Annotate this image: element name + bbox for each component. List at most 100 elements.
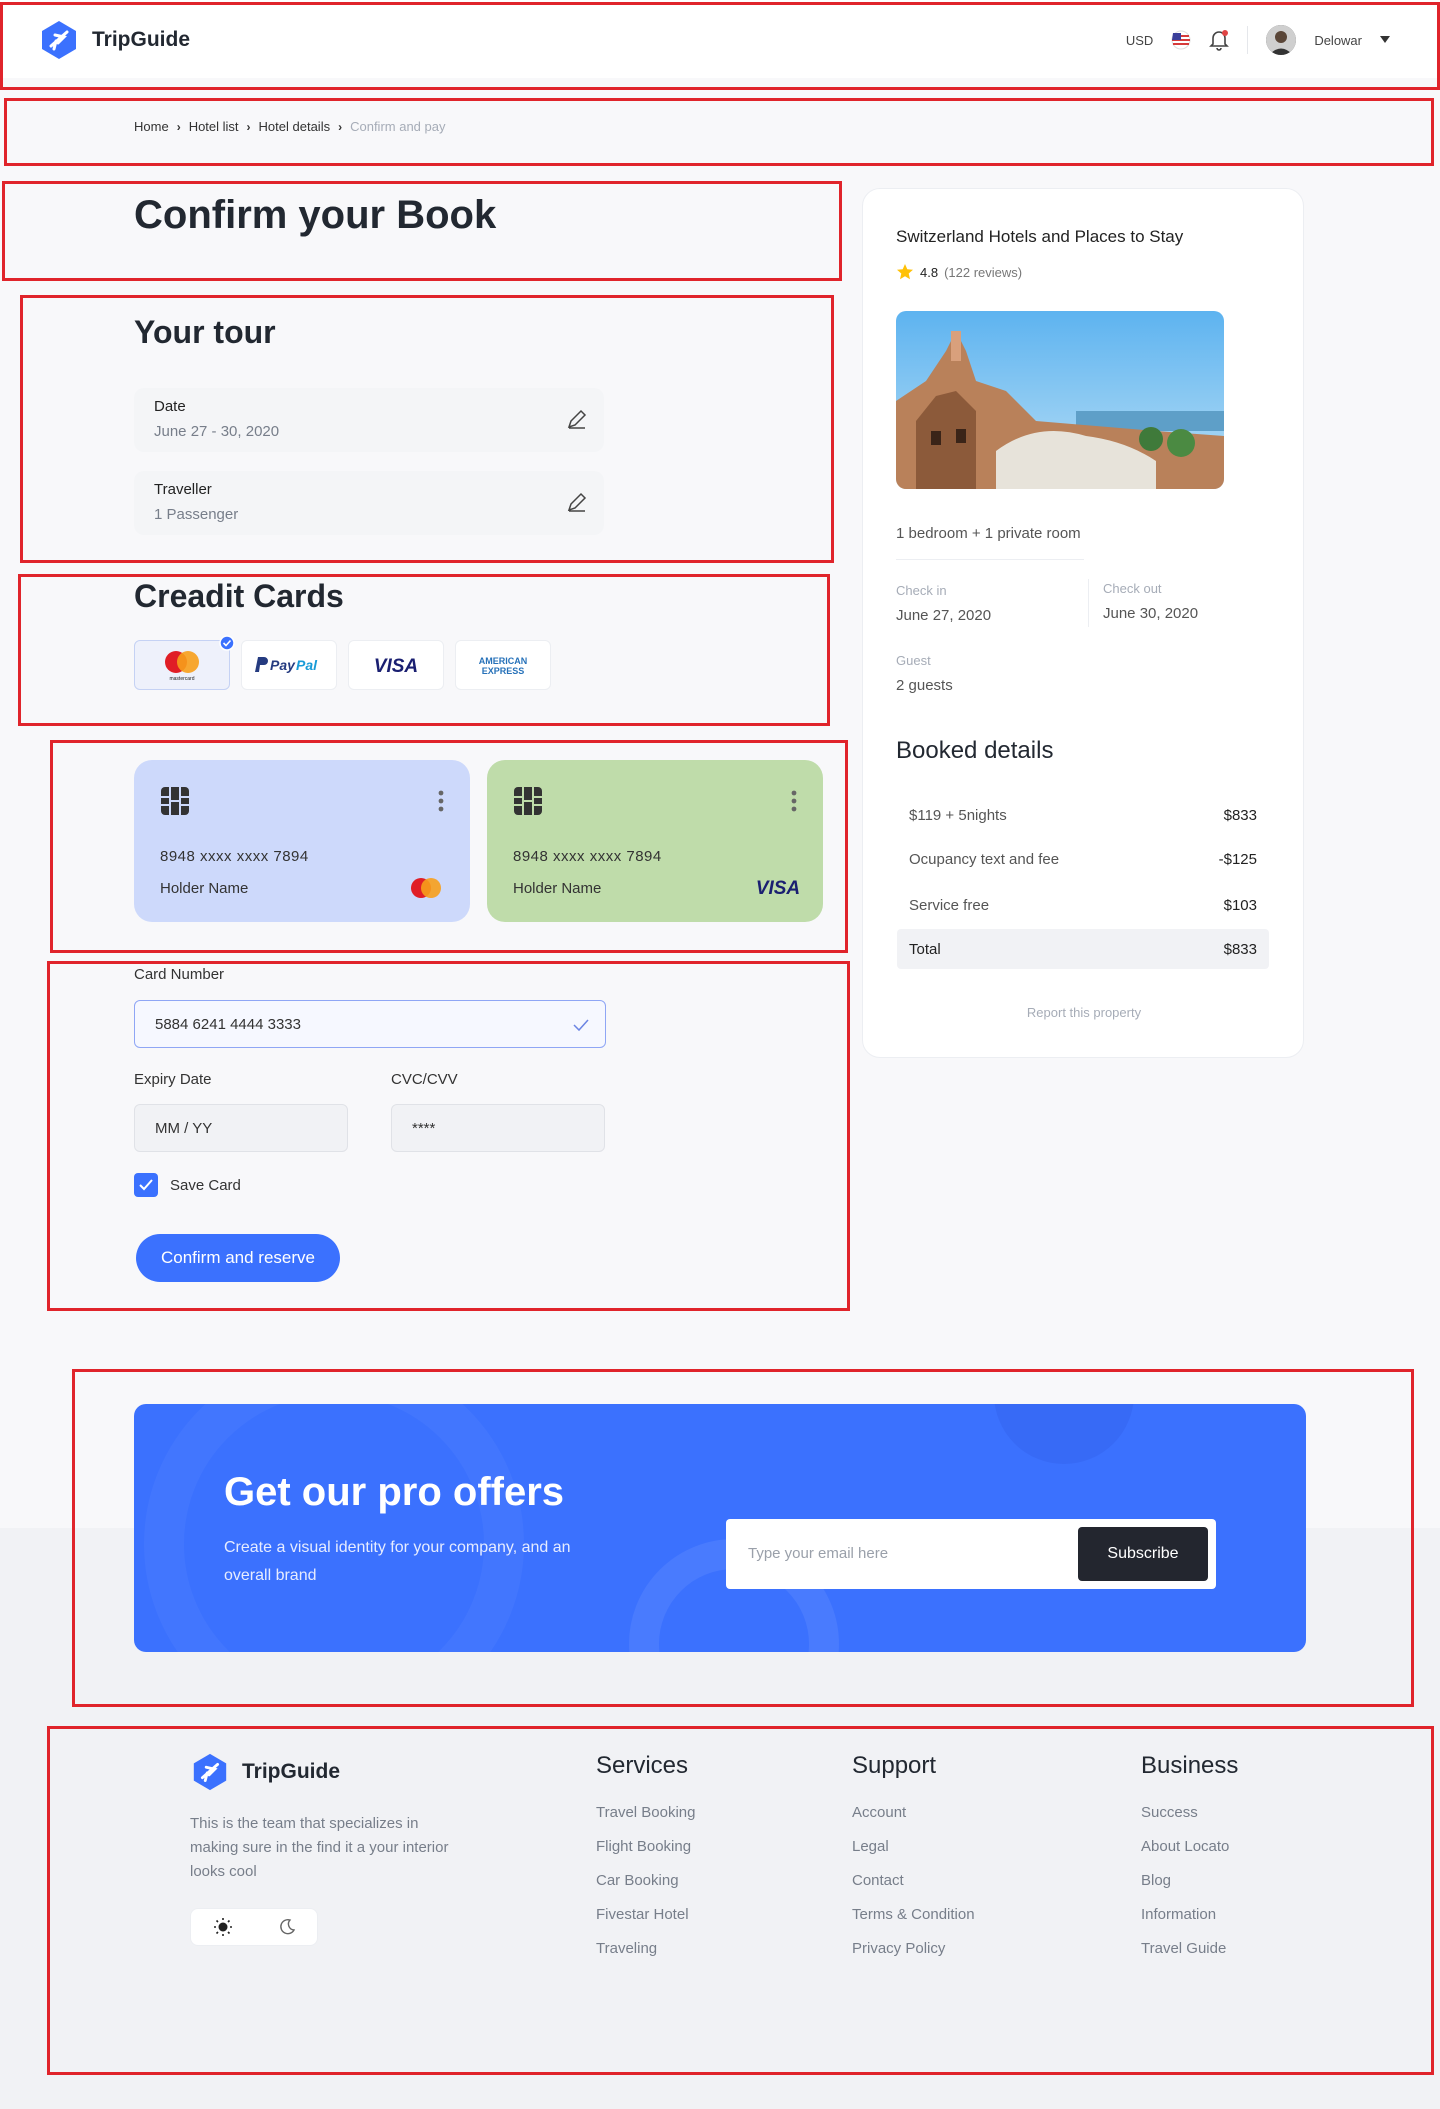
us-flag-icon[interactable] [1171, 30, 1191, 50]
footer-link[interactable]: Legal [852, 1838, 975, 1855]
dark-mode-button[interactable] [255, 1909, 319, 1945]
selected-check-icon [219, 635, 235, 651]
footer-brand-logo[interactable]: TripGuide [190, 1752, 340, 1792]
svg-text:Pal: Pal [296, 657, 318, 673]
footer-link[interactable]: Travel Guide [1141, 1940, 1238, 1957]
expiry-label: Expiry Date [134, 1071, 212, 1088]
save-card-label: Save Card [170, 1176, 241, 1194]
email-input[interactable]: Type your email here [748, 1545, 888, 1562]
card-menu-icon[interactable] [791, 790, 797, 812]
chevron-right-icon: › [338, 119, 343, 134]
breadcrumb-home[interactable]: Home [134, 119, 169, 134]
chevron-down-icon[interactable] [1380, 36, 1390, 44]
confirm-and-reserve-button[interactable]: Confirm and reserve [136, 1234, 340, 1282]
footer-link[interactable]: Privacy Policy [852, 1940, 975, 1957]
check-out-value: June 30, 2020 [1103, 605, 1199, 622]
footer-link[interactable]: Information [1141, 1906, 1238, 1923]
edit-date-icon[interactable] [566, 408, 588, 430]
card-number-input[interactable]: 5884 6241 4444 3333 [134, 1000, 606, 1048]
currency-selector[interactable]: USD [1126, 33, 1153, 48]
checkbox-checked-icon[interactable] [134, 1173, 158, 1197]
check-out-label: Check out [1103, 581, 1162, 596]
paypal-option[interactable]: Pay Pal [241, 640, 337, 690]
svg-text:VISA: VISA [756, 878, 800, 898]
footer-link[interactable]: Success [1141, 1804, 1238, 1821]
saved-card-visa[interactable]: 8948 xxxx xxxx 7894 Holder Name VISA [487, 760, 823, 922]
footer-link[interactable]: About Locato [1141, 1838, 1238, 1855]
svg-text:VISA: VISA [374, 656, 418, 676]
card-menu-icon[interactable] [438, 790, 444, 812]
paypal-logo-icon: Pay Pal [255, 657, 318, 673]
edit-traveller-icon[interactable] [566, 491, 588, 513]
chevron-right-icon: › [176, 119, 181, 134]
footer-link[interactable]: Traveling [596, 1940, 696, 1957]
divider [896, 559, 1084, 560]
breadcrumb-hotel-details[interactable]: Hotel details [259, 119, 331, 134]
footer-link[interactable]: Car Booking [596, 1872, 696, 1889]
header-divider [1247, 26, 1249, 54]
report-property-link[interactable]: Report this property [863, 1005, 1305, 1020]
mastercard-option[interactable]: mastercard [134, 635, 235, 690]
footer-link[interactable]: Travel Booking [596, 1804, 696, 1821]
theme-toggle[interactable] [190, 1908, 318, 1946]
svg-text:EXPRESS: EXPRESS [482, 666, 525, 676]
card-chip-icon [514, 787, 542, 815]
visa-logo-icon: VISA [374, 656, 418, 676]
date-value: June 27 - 30, 2020 [154, 423, 280, 440]
date-field: Date June 27 - 30, 2020 [134, 388, 604, 452]
total-amount: $833 [1223, 940, 1257, 958]
divider [1088, 579, 1089, 627]
subscribe-button[interactable]: Subscribe [1078, 1527, 1208, 1581]
breadcrumb-hotel-list[interactable]: Hotel list [189, 119, 239, 134]
footer-link[interactable]: Blog [1141, 1872, 1238, 1889]
user-avatar[interactable] [1266, 25, 1297, 55]
card-chip-icon [161, 787, 189, 815]
card-number-label: Card Number [134, 966, 225, 983]
moon-icon [280, 1918, 296, 1935]
cvc-label: CVC/CVV [391, 1071, 458, 1088]
footer-link[interactable]: Flight Booking [596, 1838, 696, 1855]
amex-option[interactable]: AMERICAN EXPRESS [455, 640, 551, 690]
footer-column-heading: Services [596, 1752, 689, 1779]
cvc-input[interactable]: **** [391, 1104, 605, 1152]
light-mode-button[interactable] [191, 1909, 255, 1945]
footer-column-services: Services Travel Booking Flight Booking C… [596, 1752, 696, 1974]
expiry-input[interactable]: MM / YY [134, 1104, 348, 1152]
save-card-checkbox[interactable]: Save Card [134, 1173, 241, 1197]
price-line-label: Service free [909, 896, 990, 914]
card-number-value: 5884 6241 4444 3333 [155, 1015, 301, 1033]
cvc-placeholder: **** [412, 1119, 436, 1137]
promo-text: Create a visual identity for your compan… [224, 1539, 571, 1584]
card-holder-name: Holder Name [513, 880, 602, 897]
footer-link[interactable]: Account [852, 1804, 975, 1821]
breadcrumb: Home › Hotel list › Hotel details › Conf… [134, 119, 445, 134]
price-line-amount: $833 [1223, 806, 1257, 824]
footer-brand-name: TripGuide [242, 1760, 341, 1783]
brand-logo[interactable]: TripGuide [38, 19, 190, 61]
hotel-photo [896, 311, 1224, 489]
hotel-name: Switzerland Hotels and Places to Stay [896, 227, 1184, 246]
visa-option[interactable]: VISA [348, 640, 444, 690]
footer-description: This is the team that specializes in mak… [190, 1815, 449, 1880]
footer-link[interactable]: Contact [852, 1872, 975, 1889]
mastercard-logo-icon: mastercard [165, 651, 199, 682]
total-label: Total [909, 940, 941, 958]
guest-value: 2 guests [896, 677, 953, 694]
footer-link[interactable]: Terms & Condition [852, 1906, 975, 1923]
user-name[interactable]: Delowar [1314, 33, 1362, 48]
footer-column-heading: Support [852, 1752, 937, 1779]
traveller-value: 1 Passenger [154, 506, 239, 523]
reviews-count[interactable]: (122 reviews) [944, 265, 1022, 280]
footer-column-business: Business Success About Locato Blog Infor… [1141, 1752, 1238, 1974]
saved-card-mastercard[interactable]: 8948 xxxx xxxx 7894 Holder Name [134, 760, 470, 922]
rating-value: 4.8 [920, 264, 939, 280]
card-number-masked: 8948 xxxx xxxx 7894 [513, 848, 662, 865]
footer-link[interactable]: Fivestar Hotel [596, 1906, 696, 1923]
chevron-right-icon: › [246, 119, 251, 134]
check-in-value: June 27, 2020 [896, 607, 992, 624]
card-number-masked: 8948 xxxx xxxx 7894 [160, 848, 309, 865]
page-title: Confirm your Book [134, 193, 497, 237]
sun-icon [214, 1918, 232, 1936]
notification-bell-icon[interactable] [1209, 29, 1230, 51]
breadcrumb-current: Confirm and pay [350, 119, 446, 134]
